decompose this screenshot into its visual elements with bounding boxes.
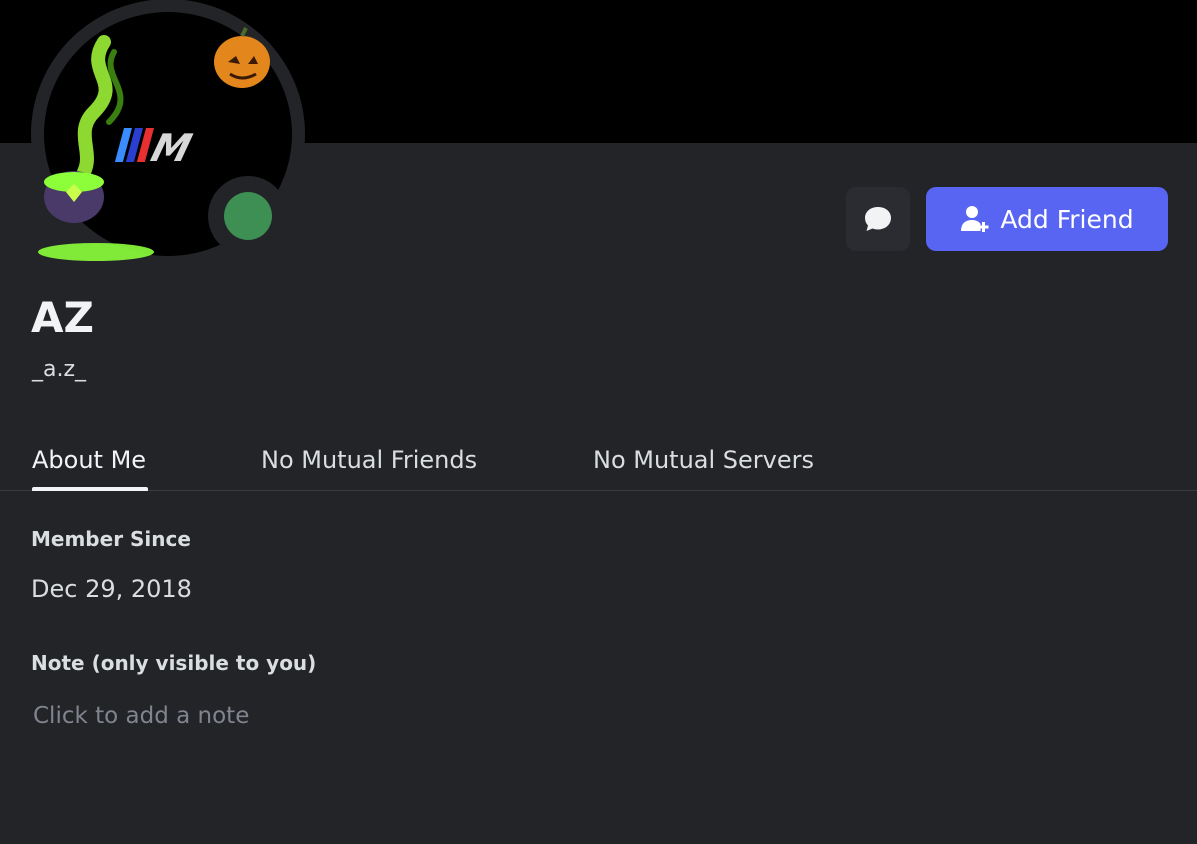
active-tab-indicator [32,487,148,491]
username: _a.z_ [32,357,87,382]
add-friend-button[interactable]: Add Friend [926,187,1168,251]
chat-bubble-icon [865,207,891,231]
note-heading: Note (only visible to you) [31,651,317,675]
tab-mutual-servers[interactable]: No Mutual Servers [593,440,814,480]
profile-tabs: About Me No Mutual Friends No Mutual Ser… [0,440,1197,491]
online-status-indicator [224,192,272,240]
tab-about-me[interactable]: About Me [32,440,146,480]
add-friend-label: Add Friend [1000,204,1134,234]
note-input[interactable] [31,698,935,734]
svg-text:M: M [147,127,197,171]
display-name: AZ [31,293,94,342]
message-button[interactable] [846,187,910,251]
member-since-heading: Member Since [31,527,191,551]
tab-mutual-friends[interactable]: No Mutual Friends [261,440,477,480]
add-user-icon [961,206,989,232]
member-since-date: Dec 29, 2018 [31,575,192,603]
